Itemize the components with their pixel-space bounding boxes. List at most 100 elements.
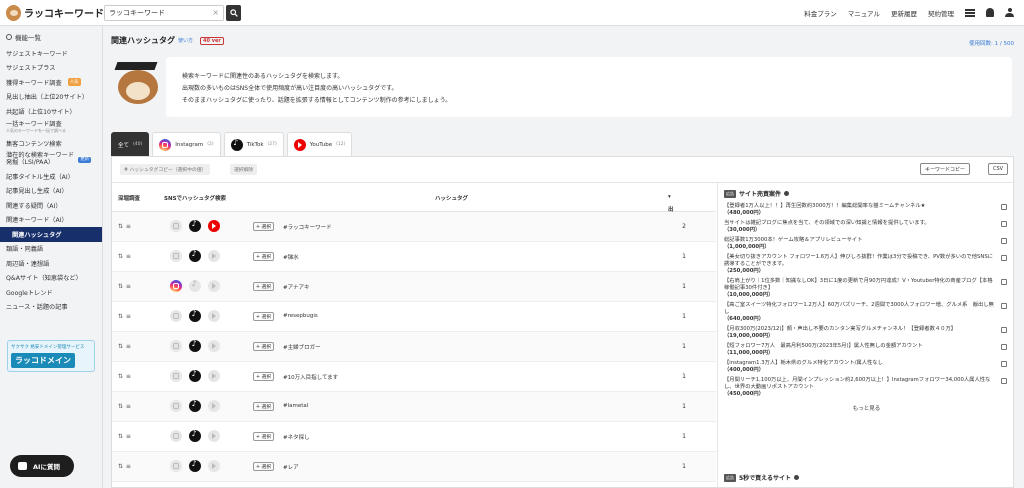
link-contract[interactable]: 契約管理 [928,8,954,18]
sidebar-item-heading-gen[interactable]: 記事見出し生成（AI） [0,184,102,199]
list-icon[interactable]: ≡ [126,373,132,380]
instagram-icon[interactable] [170,220,182,232]
col-count[interactable]: 出現数 ▾ [668,194,674,229]
instagram-icon[interactable] [170,340,182,352]
sidebar-item-acquired-keywords[interactable]: 獲得キーワード調査 人気 [0,75,102,90]
dig-icon[interactable]: ⇅ [118,343,124,350]
tab-youtube[interactable]: YouTube (12) [286,132,353,156]
select-button[interactable]: + 選択 [253,252,275,261]
select-button[interactable]: + 選択 [253,462,275,471]
dig-icon[interactable]: ⇅ [118,283,124,290]
logo[interactable]: ラッコキーワード [0,4,104,21]
youtube-icon[interactable] [208,370,220,382]
select-button[interactable]: + 選択 [253,342,275,351]
dig-icon[interactable]: ⇅ [118,373,124,380]
list-icon[interactable]: ≡ [126,343,132,350]
external-link-icon[interactable] [1001,344,1007,351]
youtube-icon[interactable] [208,430,220,442]
bell-icon[interactable] [986,8,994,17]
site-sale-item[interactable]: 【高ご室スイーツ特化フォロワー1.2万人】60万バズリーチ、2週間で3000人フ… [724,302,1009,322]
youtube-icon[interactable] [208,460,220,472]
site-sale-item[interactable]: 総記事数1万3000本！ゲーム攻略＆アプリレビューサイト （1,000,000円） [724,237,1009,251]
external-link-icon[interactable] [1001,221,1007,228]
sidebar-item-content-search[interactable]: 集客コンテンツ検索 [0,137,102,152]
list-icon[interactable]: ≡ [126,463,132,470]
sidebar-item-associations[interactable]: 周辺語・連想語 [0,256,102,271]
tab-instagram[interactable]: Instagram (2) [152,132,221,156]
sidebar-item-bulk-keyword[interactable]: 一括キーワード調査 人気のキーワードを一括で調べる [0,119,102,137]
select-button[interactable]: + 選択 [253,282,275,291]
keyword-copy-button[interactable]: キーワードコピー [920,163,971,175]
sidebar-item-related-keywords[interactable]: 関連キーワード（AI） [0,213,102,228]
external-link-icon[interactable] [1001,279,1007,286]
search-button[interactable] [226,4,241,21]
tiktok-icon[interactable] [189,219,201,232]
tab-tiktok[interactable]: TikTok (27) [223,132,284,156]
youtube-icon[interactable] [208,280,220,292]
external-link-icon[interactable] [1001,204,1007,210]
help-icon[interactable] [784,191,790,196]
instagram-icon[interactable] [170,280,182,292]
tiktok-icon[interactable] [189,309,201,322]
link-manual[interactable]: マニュアル [848,8,880,18]
help-icon[interactable] [794,475,799,480]
link-pricing[interactable]: 料金プラン [804,8,837,18]
rakko-domain-banner[interactable]: サクサク 格安ドメイン管理サービス ラッコドメイン [7,340,95,372]
youtube-icon[interactable] [208,220,220,232]
clear-icon[interactable]: × [212,8,219,17]
csv-button[interactable]: CSV [988,163,1009,175]
site-sale-item[interactable]: 【月収300万(2023/12)】顔・声出し不要のカンタン実写グルメチャンネル！… [724,326,1009,340]
external-link-icon[interactable] [1001,303,1007,310]
select-button[interactable]: + 選択 [253,432,275,441]
dig-icon[interactable]: ⇅ [118,313,124,320]
instagram-icon[interactable] [170,250,182,262]
tiktok-icon[interactable] [189,369,201,382]
dig-icon[interactable]: ⇅ [118,223,124,230]
sidebar-item-news[interactable]: ニュース・話題の記事 [0,300,102,315]
select-button[interactable]: + 選択 [253,402,275,411]
external-link-icon[interactable] [1001,378,1007,385]
youtube-icon[interactable] [208,400,220,412]
select-button[interactable]: + 選択 [253,312,275,321]
sidebar-item-qa[interactable]: Q&Aサイト（知恵袋など） [0,271,102,286]
instagram-icon[interactable] [170,400,182,412]
list-icon[interactable]: ≡ [126,313,132,320]
dig-icon[interactable]: ⇅ [118,253,124,260]
tiktok-icon[interactable] [189,279,201,292]
tiktok-icon[interactable] [189,429,201,442]
list-icon[interactable]: ≡ [126,403,132,410]
external-link-icon[interactable] [1001,361,1007,368]
how-to-link[interactable]: 使い方 [178,37,193,44]
link-changelog[interactable]: 更新履歴 [891,8,917,18]
more-link[interactable]: もっと見る [724,404,1009,412]
tiktok-icon[interactable] [189,399,201,412]
list-icon[interactable]: ≡ [126,433,132,440]
copy-hashtags-button[interactable]: # ハッシュタグコピー（選択中の値） [120,164,211,175]
dig-icon[interactable]: ⇅ [118,403,124,410]
instagram-icon[interactable] [170,430,182,442]
list-icon[interactable]: ≡ [126,253,132,260]
sidebar-item-cooccurrence[interactable]: 共起語（上位10サイト） [0,104,102,119]
site-sale-item[interactable]: 【月間リーチ1,100万以上、月間インプレッション約2,600万以上！】Inst… [724,377,1009,397]
usage-count[interactable]: 使用回数: 1 / 500 [969,39,1014,47]
site-sale-item[interactable]: 【美女切り抜きアカウント フォロワー1.6万人】伸びしろ抜群！作業は3分で投稿で… [724,254,1009,274]
sidebar-item-lsi[interactable]: 潜在的な検索キーワード 発掘（LSI/PAA） 更新 [0,151,102,169]
sidebar-item-title-gen[interactable]: 記事タイトル生成（AI） [0,169,102,184]
list-icon[interactable]: ≡ [126,283,132,290]
ai-question-button[interactable]: AIに質問 [10,455,74,477]
select-button[interactable]: + 選択 [253,222,275,231]
sidebar-item-suggest[interactable]: サジェストキーワード [0,46,102,61]
external-link-icon[interactable] [1001,327,1007,334]
youtube-icon[interactable] [208,250,220,262]
youtube-icon[interactable] [208,340,220,352]
site-sale-item[interactable]: 【instagram1.3万人】栃木県のグルメ特化アカウント/属人性なし （400… [724,360,1009,374]
tiktok-icon[interactable] [189,249,201,262]
clear-selection-button[interactable]: 選択解除 [230,164,258,175]
sidebar-item-questions[interactable]: 関連する疑問（AI） [0,198,102,213]
instagram-icon[interactable] [170,310,182,322]
sidebar-item-headings[interactable]: 見出し抽出（上位20サイト） [0,90,102,105]
search-input[interactable]: ラッコキーワード × [104,4,224,21]
external-link-icon[interactable] [1001,255,1007,262]
tiktok-icon[interactable] [189,339,201,352]
select-button[interactable]: + 選択 [253,372,275,381]
